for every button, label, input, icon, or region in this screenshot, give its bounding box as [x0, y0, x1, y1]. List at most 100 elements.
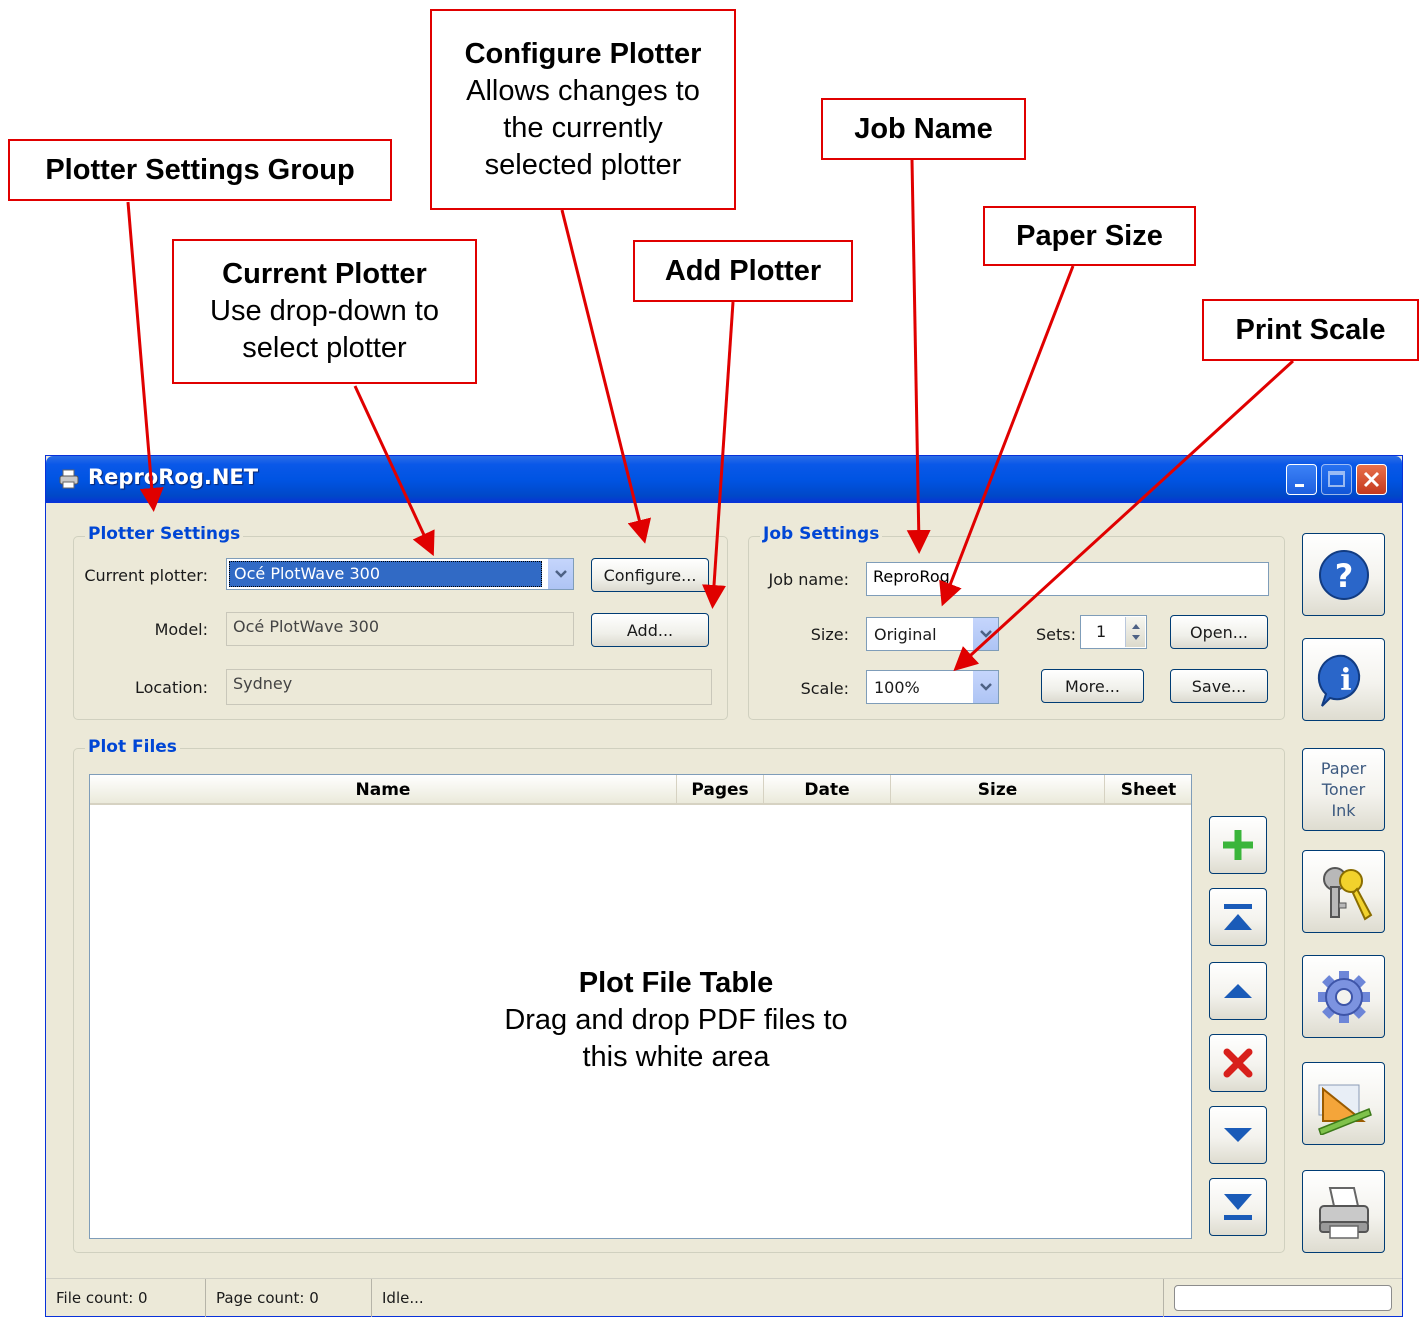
chevron-down-icon [554, 570, 567, 578]
job-name-input[interactable]: ReproRog [866, 562, 1269, 596]
callout-add-plotter: Add Plotter [633, 240, 853, 302]
table-header: Name Pages Date Size Sheet [90, 775, 1191, 805]
printer-app-icon [59, 469, 79, 489]
remove-file-button[interactable] [1209, 1034, 1267, 1092]
svg-text:i: i [1340, 663, 1351, 698]
callout-line: the currently [503, 111, 663, 144]
move-top-icon [1224, 904, 1252, 930]
size-label: Size: [810, 625, 849, 644]
help-button[interactable]: ? [1302, 533, 1385, 616]
model-field: Océ PlotWave 300 [226, 612, 574, 646]
drafting-button[interactable] [1302, 1062, 1385, 1145]
gear-icon [1317, 970, 1370, 1023]
set-square-ruler-icon [1317, 1084, 1372, 1135]
callout-paper-size: Paper Size [983, 206, 1196, 266]
more-button[interactable]: More... [1041, 669, 1144, 703]
maximize-button[interactable] [1321, 464, 1352, 495]
callout-line: selected plotter [484, 148, 682, 181]
column-header-size[interactable]: Size [891, 775, 1105, 805]
column-header-name[interactable]: Name [90, 775, 677, 805]
callout-title: Plotter Settings Group [45, 153, 355, 186]
ink-label: Ink [1331, 801, 1356, 820]
status-text: Idle... [372, 1279, 1164, 1317]
move-up-icon [1224, 984, 1252, 998]
sets-value: 1 [1096, 622, 1107, 641]
callout-job-name: Job Name [821, 98, 1026, 160]
chevron-down-icon [979, 630, 992, 638]
current-plotter-value: Océ PlotWave 300 [229, 561, 542, 587]
page-count: Page count: 0 [206, 1279, 372, 1317]
move-to-bottom-button[interactable] [1209, 1178, 1267, 1236]
callout-title: Paper Size [1016, 219, 1163, 252]
model-label: Model: [154, 620, 208, 639]
callout-configure-plotter: Configure Plotter Allows changes to the … [430, 9, 736, 210]
paper-toner-ink-button[interactable]: Paper Toner Ink [1302, 748, 1385, 831]
callout-line: Use drop-down to [210, 295, 439, 327]
toner-label: Toner [1321, 780, 1366, 799]
printer-icon [1318, 1186, 1369, 1239]
paper-label: Paper [1320, 759, 1367, 778]
progress-bar [1174, 1285, 1392, 1311]
size-value: Original [874, 625, 937, 644]
move-down-icon [1224, 1128, 1252, 1142]
window-title: ReproRog.NET [88, 465, 259, 489]
minimize-icon [1295, 484, 1304, 487]
help-question-icon: ? [1318, 549, 1369, 600]
current-plotter-label: Current plotter: [84, 566, 208, 585]
keys-icon [1322, 866, 1372, 920]
location-field: Sydney [226, 669, 712, 705]
location-label: Location: [134, 678, 208, 697]
size-dropdown[interactable]: Original [866, 617, 999, 651]
callout-title: Configure Plotter [464, 37, 702, 70]
info-button[interactable]: i [1302, 638, 1385, 721]
move-down-button[interactable] [1209, 1106, 1267, 1164]
chevron-down-icon [979, 683, 992, 691]
current-plotter-dropdown[interactable]: Océ PlotWave 300 [226, 558, 574, 590]
minimize-button[interactable] [1286, 464, 1317, 495]
callout-line: select plotter [242, 332, 407, 364]
close-button[interactable] [1356, 464, 1387, 495]
column-header-date[interactable]: Date [764, 775, 891, 805]
close-icon [1363, 471, 1380, 488]
delete-x-icon [1223, 1048, 1253, 1078]
add-file-button[interactable] [1209, 816, 1267, 874]
column-header-sheet[interactable]: Sheet [1105, 775, 1192, 805]
callout-print-scale: Print Scale [1202, 299, 1419, 361]
maximize-icon [1328, 471, 1345, 487]
save-button[interactable]: Save... [1170, 669, 1268, 703]
keys-button[interactable] [1302, 850, 1385, 933]
overlay-line: this white area [582, 1041, 770, 1073]
title-bar[interactable]: ReproRog.NET [46, 456, 1402, 503]
overlay-title: Plot File Table [578, 967, 774, 999]
plus-icon [1223, 830, 1253, 860]
move-bottom-icon [1224, 1194, 1252, 1220]
sets-stepper[interactable]: 1 [1080, 615, 1147, 649]
print-button[interactable] [1302, 1170, 1385, 1253]
dropdown-button[interactable] [972, 671, 998, 703]
up-down-arrows-icon [1132, 624, 1140, 640]
callout-plotter-settings-group: Plotter Settings Group [8, 139, 392, 201]
settings-button[interactable] [1302, 955, 1385, 1038]
plot-file-table-overlay: Plot File Table Drag and drop PDF files … [400, 965, 952, 1076]
sets-label: Sets: [1036, 625, 1076, 644]
dropdown-button[interactable] [547, 559, 573, 589]
open-button[interactable]: Open... [1170, 615, 1268, 649]
scale-dropdown[interactable]: 100% [866, 670, 999, 704]
configure-button[interactable]: Configure... [591, 558, 709, 592]
move-to-top-button[interactable] [1209, 888, 1267, 946]
callout-title: Add Plotter [664, 254, 822, 287]
move-up-button[interactable] [1209, 962, 1267, 1020]
callout-title: Job Name [854, 112, 993, 145]
overlay-line: Drag and drop PDF files to [504, 1004, 848, 1036]
app-window: ReproRog.NET Plotter Settings Current pl… [45, 455, 1403, 1317]
dropdown-button[interactable] [972, 618, 998, 650]
scale-value: 100% [874, 678, 920, 697]
stepper-buttons[interactable] [1125, 617, 1145, 647]
file-count: File count: 0 [46, 1279, 206, 1317]
plotter-settings-title: Plotter Settings [85, 524, 244, 544]
status-bar: File count: 0 Page count: 0 Idle... [46, 1278, 1402, 1317]
add-button[interactable]: Add... [591, 613, 709, 647]
column-header-pages[interactable]: Pages [677, 775, 764, 805]
callout-title: Current Plotter [222, 258, 427, 290]
callout-title: Print Scale [1235, 313, 1386, 346]
